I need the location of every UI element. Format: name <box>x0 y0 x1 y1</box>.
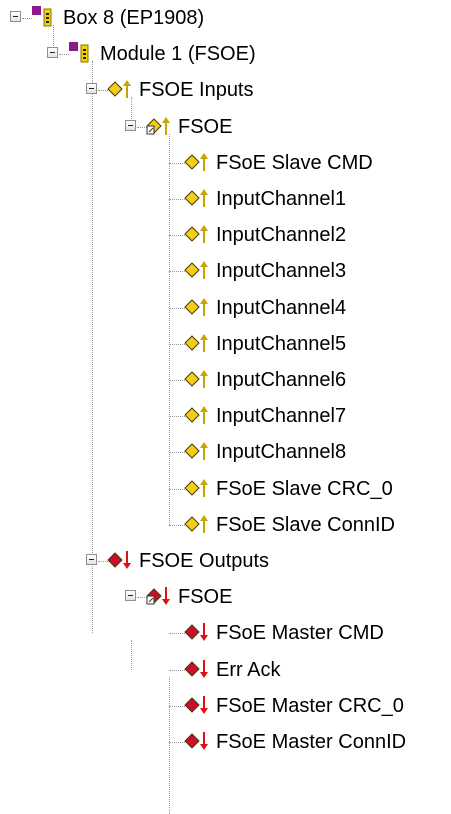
tree-item-output[interactable]: FSoE Master CMD <box>0 615 451 651</box>
tree-node-module[interactable]: Module 1 (FSOE) <box>0 36 451 72</box>
tree-connector-line <box>169 380 185 381</box>
input-variable-icon <box>184 511 212 539</box>
tree-node-label: FSoE Slave CMD <box>216 151 373 174</box>
tree-node-label: InputChannel2 <box>216 224 347 247</box>
tree-connector-line <box>169 705 185 707</box>
output-variable-icon <box>184 692 212 720</box>
output-variable-icon <box>184 728 212 756</box>
input-variable-icon <box>184 438 212 466</box>
tree-node-label: FSoE Slave ConnID <box>216 513 395 536</box>
module-icon <box>68 40 96 68</box>
tree-item-input[interactable]: InputChannel6 <box>0 362 451 398</box>
tree-item-input[interactable]: InputChannel1 <box>0 181 451 217</box>
box-device-icon <box>31 4 59 32</box>
tree-node-label: FSOE Inputs <box>139 79 254 102</box>
tree-node-fsoe-output-group[interactable]: FSOE <box>0 579 451 615</box>
tree-item-input[interactable]: FSoE Slave CRC_0 <box>0 471 451 507</box>
tree-node-label: InputChannel7 <box>216 405 347 428</box>
tree-connector-line <box>169 199 185 200</box>
variable-tree: Box 8 (EP1908) Module 1 (FSOE) FSOE Inpu… <box>0 0 451 814</box>
tree-node-fsoe-input-group[interactable]: FSOE <box>0 109 451 145</box>
tree-connector-line <box>169 488 185 490</box>
collapse-toggle-icon[interactable] <box>125 590 136 602</box>
tree-item-input[interactable]: InputChannel5 <box>0 326 451 362</box>
tree-item-input[interactable]: InputChannel4 <box>0 290 451 326</box>
tree-node-box[interactable]: Box 8 (EP1908) <box>0 0 451 36</box>
tree-connector-line <box>169 162 185 164</box>
input-variable-icon <box>184 185 212 213</box>
output-variables-icon <box>107 547 135 575</box>
tree-node-label: FSOE Outputs <box>139 550 270 572</box>
tree-connector-line <box>169 416 185 418</box>
input-variable-icon <box>184 475 212 503</box>
input-variable-icon <box>184 221 212 249</box>
tree-node-label: Box 8 (EP1908) <box>63 7 205 29</box>
input-variables-icon <box>107 76 135 104</box>
tree-item-input[interactable]: FSoE Slave CMD <box>0 145 451 181</box>
tree-node-label: InputChannel3 <box>216 260 347 283</box>
output-group-icon <box>146 583 174 611</box>
collapse-toggle-icon[interactable] <box>47 47 58 59</box>
output-variable-icon <box>184 619 212 647</box>
tree-node-label: InputChannel6 <box>216 369 347 391</box>
tree-item-output[interactable]: FSoE Master ConnID <box>0 724 451 760</box>
tree-item-input[interactable]: InputChannel3 <box>0 253 451 289</box>
tree-node-fsoe-outputs[interactable]: FSOE Outputs <box>0 543 451 579</box>
tree-item-input[interactable]: FSoE Slave ConnID <box>0 507 451 543</box>
input-group-icon <box>146 113 174 141</box>
tree-item-input[interactable]: InputChannel7 <box>0 398 451 434</box>
tree-node-label: FSoE Master ConnID <box>216 731 407 753</box>
tree-connector-line <box>169 742 185 743</box>
tree-node-label: Module 1 (FSOE) <box>100 43 256 66</box>
input-variable-icon <box>184 149 212 177</box>
tree-connector-line <box>169 235 185 237</box>
output-variable-icon <box>184 656 212 684</box>
tree-connector-line <box>169 343 185 345</box>
tree-node-label: FSOE <box>178 115 233 138</box>
tree-connector-line <box>169 524 185 526</box>
tree-node-label: Err Ack <box>216 658 281 681</box>
tree-connector-line <box>169 307 185 309</box>
collapse-toggle-icon[interactable] <box>86 554 97 565</box>
tree-connector-line <box>169 669 185 671</box>
input-variable-icon <box>184 294 212 322</box>
collapse-toggle-icon[interactable] <box>125 119 136 131</box>
tree-connector-line <box>169 452 185 454</box>
tree-connector-line <box>169 633 185 635</box>
tree-item-input[interactable]: InputChannel2 <box>0 217 451 253</box>
tree-item-output[interactable]: FSoE Master CRC_0 <box>0 688 451 724</box>
collapse-toggle-icon[interactable] <box>86 83 97 95</box>
input-variable-icon <box>184 330 212 358</box>
input-variable-icon <box>184 402 212 430</box>
tree-node-label: FSoE Master CMD <box>216 622 384 645</box>
tree-item-output[interactable]: Err Ack <box>0 652 451 688</box>
tree-node-label: InputChannel8 <box>216 441 347 464</box>
input-variable-icon <box>184 366 212 394</box>
tree-node-label: FSOE <box>178 586 233 609</box>
input-variable-icon <box>184 257 212 285</box>
tree-item-input[interactable]: InputChannel8 <box>0 434 451 470</box>
tree-node-fsoe-inputs[interactable]: FSOE Inputs <box>0 72 451 108</box>
tree-node-label: InputChannel1 <box>216 188 347 210</box>
tree-node-label: InputChannel5 <box>216 332 347 355</box>
collapse-toggle-icon[interactable] <box>10 11 21 22</box>
tree-node-label: FSoE Master CRC_0 <box>216 694 404 717</box>
tree-node-label: InputChannel4 <box>216 296 347 319</box>
tree-node-label: FSoE Slave CRC_0 <box>216 477 393 500</box>
tree-connector-line <box>169 271 185 273</box>
